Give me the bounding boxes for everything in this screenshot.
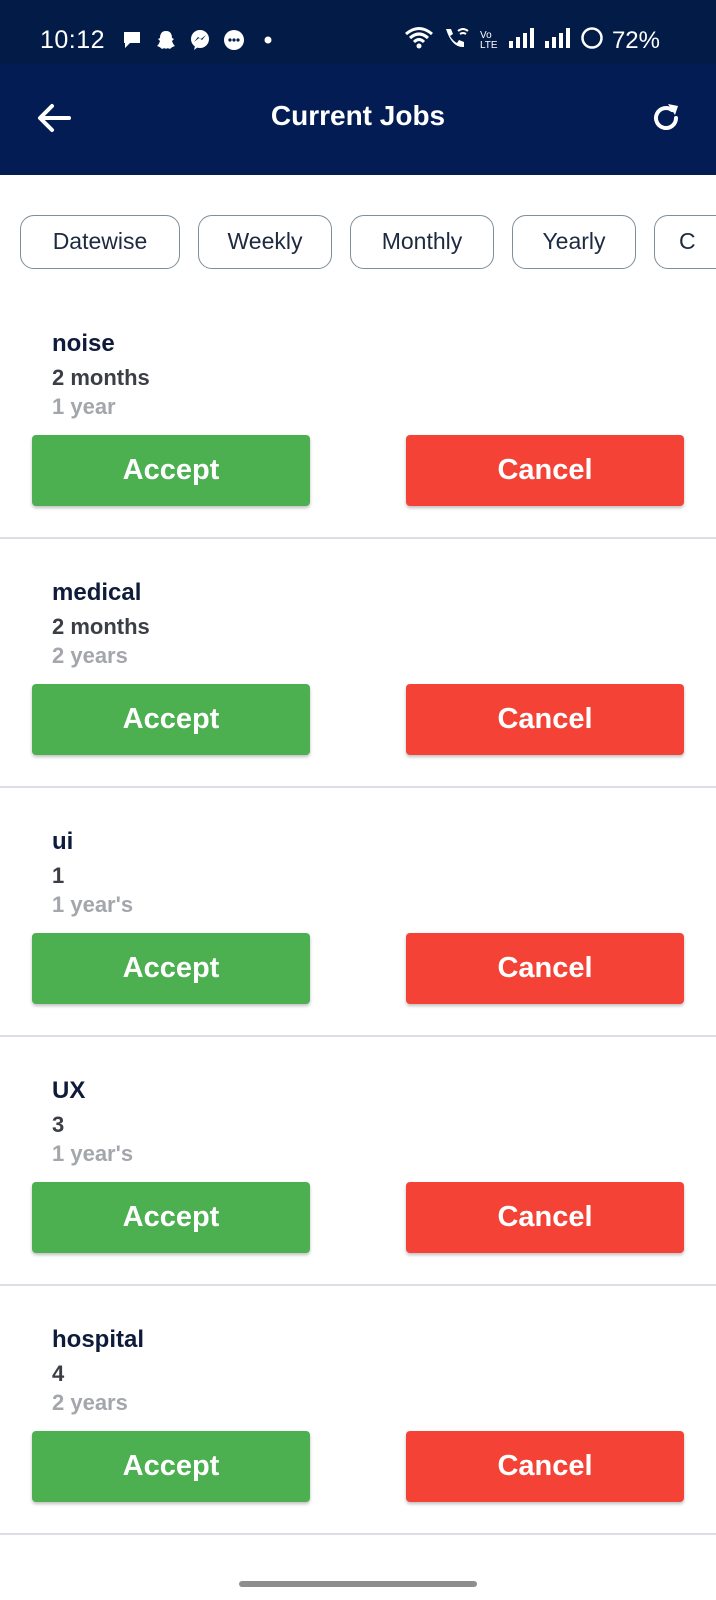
job-card: UX 3 1 year's Accept Cancel xyxy=(0,1037,716,1286)
notification-icons xyxy=(120,28,280,52)
filter-chip-monthly[interactable]: Monthly xyxy=(350,215,494,269)
refresh-button[interactable] xyxy=(646,100,686,140)
job-card: ui 1 1 year's Accept Cancel xyxy=(0,788,716,1037)
status-bar: 10:12 Vo LTE 72% xyxy=(0,0,716,64)
system-icons: Vo LTE 72% xyxy=(404,26,660,55)
snapchat-ghost-icon xyxy=(154,28,178,52)
cancel-button[interactable]: Cancel xyxy=(406,1182,684,1253)
job-list: noise 2 months 1 year Accept Cancel medi… xyxy=(0,290,716,1535)
battery-percentage: 72% xyxy=(611,26,660,54)
message-dots-icon xyxy=(222,28,246,52)
accept-button[interactable]: Accept xyxy=(32,435,310,506)
job-experience: 2 years xyxy=(52,643,128,668)
filter-chips: Datewise Weekly Monthly Yearly C xyxy=(20,215,716,271)
volte-icon: Vo LTE xyxy=(479,29,498,51)
battery-saver-icon xyxy=(580,26,604,55)
signal-icon xyxy=(544,27,572,54)
job-title: UX xyxy=(52,1077,86,1104)
job-duration: 2 months xyxy=(52,614,150,639)
job-card: hospital 4 2 years Accept Cancel xyxy=(0,1286,716,1535)
cancel-button[interactable]: Cancel xyxy=(406,933,684,1004)
cancel-button[interactable]: Cancel xyxy=(406,684,684,755)
job-duration: 4 xyxy=(52,1361,65,1386)
page-title: Current Jobs xyxy=(270,100,446,131)
cancel-button[interactable]: Cancel xyxy=(406,435,684,506)
app-bar: Current Jobs xyxy=(0,64,716,175)
job-duration: 1 xyxy=(52,863,65,888)
job-experience: 1 year xyxy=(52,394,116,419)
signal-icon xyxy=(508,27,536,54)
job-title: medical xyxy=(52,579,142,606)
filter-chip-custom[interactable]: C xyxy=(654,215,716,269)
gesture-nav-handle[interactable] xyxy=(239,1581,477,1587)
current-jobs-screen: 10:12 Vo LTE 72% Current Jobs Datewise W… xyxy=(0,0,716,1600)
filter-chip-datewise[interactable]: Datewise xyxy=(20,215,180,269)
accept-button[interactable]: Accept xyxy=(32,1431,310,1502)
cancel-button[interactable]: Cancel xyxy=(406,1431,684,1502)
job-experience: 1 year's xyxy=(52,892,134,917)
job-duration: 3 xyxy=(52,1112,65,1137)
accept-button[interactable]: Accept xyxy=(32,684,310,755)
accept-button[interactable]: Accept xyxy=(32,933,310,1004)
job-experience: 2 years xyxy=(52,1390,128,1415)
filter-chip-yearly[interactable]: Yearly xyxy=(512,215,636,269)
messenger-icon xyxy=(188,28,212,52)
wifi-calling-icon xyxy=(442,26,472,55)
job-title: noise xyxy=(52,330,115,357)
chat-bubble-icon xyxy=(120,28,144,52)
job-card: medical 2 months 2 years Accept Cancel xyxy=(0,539,716,788)
filter-chip-weekly[interactable]: Weekly xyxy=(198,215,332,269)
accept-button[interactable]: Accept xyxy=(32,1182,310,1253)
wifi-icon xyxy=(404,26,434,55)
refresh-icon xyxy=(648,100,684,141)
job-title: ui xyxy=(52,828,74,855)
job-duration: 2 months xyxy=(52,365,150,390)
dot-icon xyxy=(256,28,280,52)
status-time: 10:12 xyxy=(40,26,106,54)
job-title: hospital xyxy=(52,1326,145,1353)
job-card: noise 2 months 1 year Accept Cancel xyxy=(0,290,716,539)
job-experience: 1 year's xyxy=(52,1141,134,1166)
